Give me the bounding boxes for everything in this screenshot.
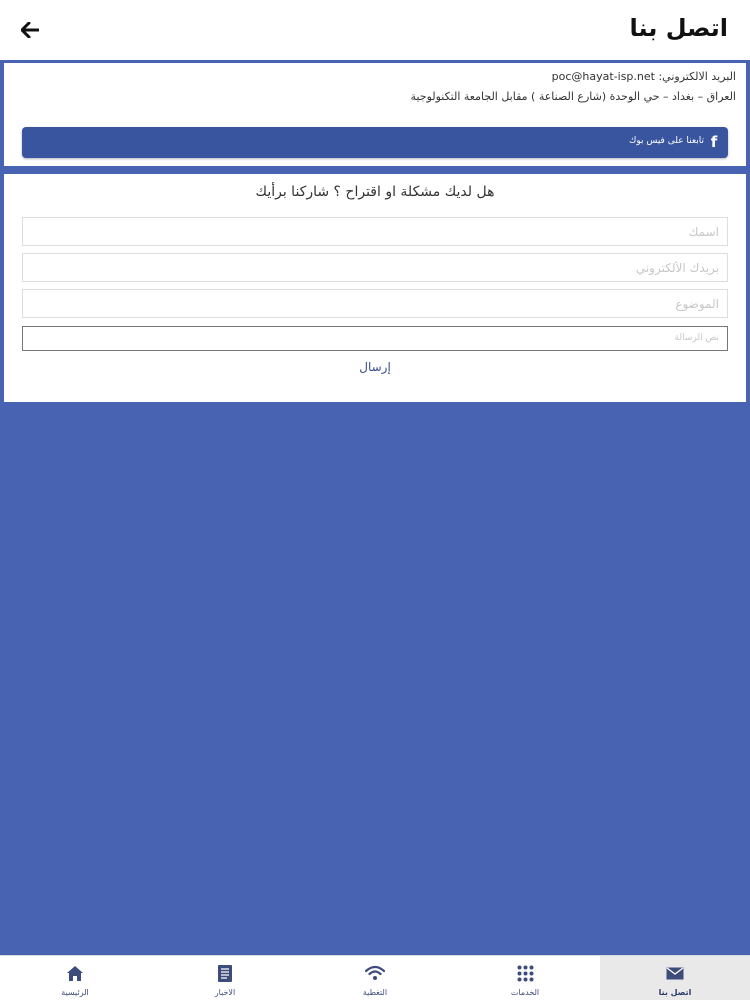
facebook-label: تابعنا على فيس بوك bbox=[628, 136, 704, 146]
mail-icon bbox=[665, 963, 685, 983]
message-textarea[interactable] bbox=[22, 326, 728, 351]
address-info: العراق – بغداد – حي الوحدة (شارع الصناعة… bbox=[410, 90, 736, 103]
tab-label: الاخبار bbox=[214, 988, 236, 997]
tab-home[interactable]: الرئيسية bbox=[0, 956, 150, 1000]
grid-icon bbox=[515, 963, 535, 983]
tab-label: اتصل بنا bbox=[658, 988, 692, 997]
back-button[interactable] bbox=[18, 18, 42, 42]
facebook-follow-button[interactable]: f تابعنا على فيس بوك bbox=[22, 127, 728, 158]
arrow-left-icon bbox=[21, 22, 39, 38]
home-icon bbox=[65, 963, 85, 983]
tab-coverage[interactable]: التغطية bbox=[300, 956, 450, 1000]
page-title: اتصل بنا bbox=[629, 14, 728, 42]
wifi-icon bbox=[365, 963, 385, 983]
contact-info-card: البريد الالكتروني: poc@hayat-isp.net الع… bbox=[4, 63, 746, 166]
tab-label: الرئيسية bbox=[61, 988, 89, 997]
tab-services[interactable]: الخدمات bbox=[450, 956, 600, 1000]
tab-news[interactable]: الاخبار bbox=[150, 956, 300, 1000]
news-icon bbox=[215, 963, 235, 983]
facebook-icon: f bbox=[710, 133, 718, 151]
tab-label: الخدمات bbox=[510, 988, 540, 997]
bottom-tab-bar: الرئيسية الاخبار التغطية الخدمات اتصل بن… bbox=[0, 955, 750, 1000]
tab-contact[interactable]: اتصل بنا bbox=[600, 956, 750, 1000]
email-info: البريد الالكتروني: poc@hayat-isp.net bbox=[551, 70, 736, 83]
form-title: هل لديك مشكلة او اقتراح ؟ شاركنا برأيك bbox=[255, 184, 495, 200]
feedback-form-card: هل لديك مشكلة او اقتراح ؟ شاركنا برأيك إ… bbox=[4, 174, 746, 402]
tab-label: التغطية bbox=[362, 988, 388, 997]
send-button[interactable]: إرسال bbox=[4, 360, 746, 374]
subject-input[interactable] bbox=[22, 289, 728, 318]
email-input[interactable] bbox=[22, 253, 728, 282]
name-input[interactable] bbox=[22, 217, 728, 246]
app-header: اتصل بنا bbox=[0, 0, 750, 60]
